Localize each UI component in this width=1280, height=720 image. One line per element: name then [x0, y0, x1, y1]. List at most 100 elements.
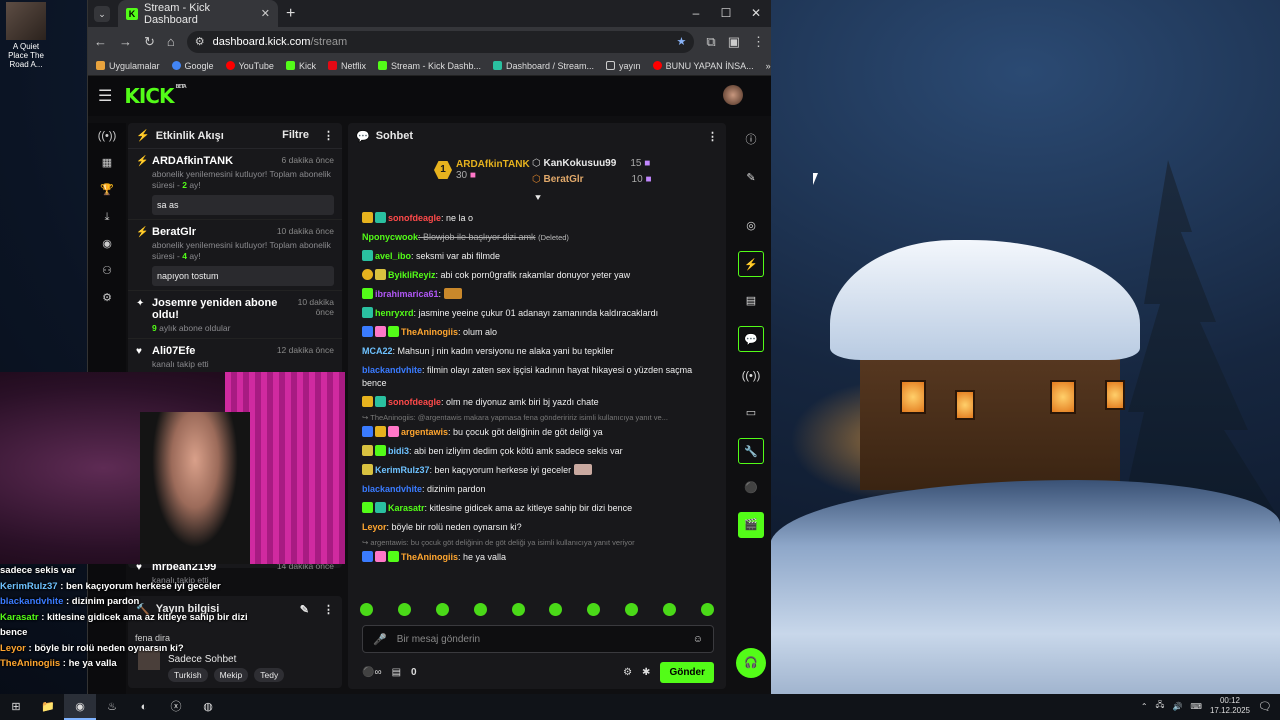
camera-icon[interactable]: ◉: [88, 231, 126, 258]
emote-button[interactable]: [435, 603, 449, 616]
extensions-icon[interactable]: ⧉: [706, 34, 715, 50]
discord-icon[interactable]: ◐: [128, 694, 160, 720]
users-icon[interactable]: ⚇: [88, 258, 126, 285]
leader-name: BeratGlr: [543, 174, 584, 185]
help-headset-icon[interactable]: 🎧: [736, 648, 766, 678]
broadcast-icon[interactable]: ((•)): [738, 363, 764, 389]
file-explorer-icon[interactable]: 📁: [32, 694, 64, 720]
emote-button[interactable]: [511, 603, 525, 616]
bookmark-star-icon[interactable]: ★: [677, 35, 687, 48]
wrench-icon[interactable]: 🔧: [738, 438, 764, 464]
microphone-icon[interactable]: 🎤: [373, 633, 387, 646]
home-icon[interactable]: ⌂: [167, 34, 175, 49]
start-windows-icon[interactable]: ⊞: [0, 694, 32, 720]
bookmark-folder-yayin[interactable]: yayın: [606, 61, 641, 71]
shortcut-label: A Quiet Place The Road A...: [8, 42, 44, 69]
settings-icon[interactable]: ⚙: [88, 285, 126, 312]
chat-input[interactable]: 🎤 Bir mesaj gönderin ☺: [362, 625, 714, 653]
emote-button[interactable]: [700, 603, 714, 616]
tray-chevron-icon[interactable]: ⌃: [1141, 702, 1148, 711]
tab-close-icon[interactable]: ✕: [261, 7, 270, 20]
emote-button[interactable]: [663, 603, 676, 616]
stream-icon[interactable]: ((•)): [88, 123, 126, 150]
emoji-icon[interactable]: ☺: [693, 634, 703, 645]
webcam-overlay: [0, 372, 345, 564]
volume-icon[interactable]: 🔊: [1172, 702, 1182, 711]
camera-target-icon[interactable]: ◎: [738, 213, 764, 239]
forward-icon[interactable]: →: [119, 34, 132, 49]
obs-icon[interactable]: ◍: [192, 694, 224, 720]
chat-message: bidi3: abi ben izliyim dedim çok kötü am…: [348, 442, 718, 461]
trophy-icon[interactable]: 🏆: [88, 177, 126, 204]
overlay-line: blackandvhite : dizinim pardon: [0, 596, 140, 607]
close-window-button[interactable]: ✕: [741, 0, 771, 27]
menu-icon[interactable]: ⋮: [752, 34, 765, 50]
quick-actions-icon[interactable]: ⚡: [738, 251, 764, 277]
share-icon[interactable]: ⚫: [738, 475, 764, 501]
leader-2[interactable]: ⬡ KanKokusuu99 15 ■: [532, 158, 650, 169]
language-icon[interactable]: ⌨: [1190, 702, 1202, 711]
chat-tools-icon[interactable]: ✱: [642, 667, 650, 678]
tab-kick-dashboard[interactable]: K Stream - Kick Dashboard ✕: [118, 0, 278, 27]
kick-logo[interactable]: KICK BETA: [124, 84, 186, 108]
back-icon[interactable]: ←: [94, 34, 107, 49]
leader-3[interactable]: ⬡ BeratGlr 10 ■: [532, 174, 651, 185]
layout-icon[interactable]: ▭: [738, 400, 764, 426]
emote-button[interactable]: [587, 603, 601, 616]
bookmark-apps[interactable]: Uygulamalar: [96, 61, 160, 71]
tab-search-button[interactable]: ⌄: [94, 5, 110, 22]
emote-button[interactable]: [549, 603, 563, 616]
user-avatar[interactable]: [723, 85, 743, 105]
bookmark-kick[interactable]: Kick: [285, 61, 316, 71]
analytics-icon[interactable]: ▦: [88, 150, 126, 177]
chat-title: Sohbet: [375, 130, 413, 142]
send-button[interactable]: Gönder: [660, 661, 714, 683]
leader-1[interactable]: 1 ARDAfkinTANK 30 ■: [434, 159, 530, 181]
bookmark-google[interactable]: Google: [171, 61, 214, 71]
bookmark-dashboard[interactable]: Dashboard / Stream...: [493, 61, 594, 71]
collapse-leaderboard-icon[interactable]: ⯆: [534, 193, 542, 204]
event-user[interactable]: BeratGlr: [152, 226, 196, 238]
clock[interactable]: 00:12 17.12.2025: [1210, 696, 1250, 716]
upload-icon[interactable]: ⤓: [88, 204, 126, 231]
emote-button[interactable]: [473, 603, 487, 616]
bookmark-video[interactable]: BUNU YAPAN İNSA...: [652, 61, 754, 71]
site-info-icon[interactable]: ⚙: [195, 35, 205, 48]
bookmark-youtube[interactable]: YouTube: [225, 61, 274, 71]
chat-more-icon[interactable]: ⋮: [707, 130, 718, 143]
chrome-icon[interactable]: ◉: [64, 694, 96, 720]
edit-icon[interactable]: ✎: [300, 603, 309, 616]
bookmark-netflix[interactable]: Netflix: [327, 61, 366, 71]
event-user[interactable]: ARDAfkinTANK: [152, 155, 233, 167]
profile-icon[interactable]: ▣: [728, 34, 740, 50]
points-icon[interactable]: ⚫∞: [362, 667, 382, 678]
maximize-button[interactable]: ☐: [711, 0, 741, 27]
new-tab-button[interactable]: +: [286, 5, 295, 23]
desktop-shortcut[interactable]: A Quiet Place The Road A...: [2, 2, 50, 69]
pencil-icon[interactable]: ✎: [738, 165, 764, 191]
chat-toggle-icon[interactable]: 💬: [738, 326, 764, 352]
reload-icon[interactable]: ↻: [144, 34, 155, 50]
minimize-button[interactable]: –: [681, 0, 711, 27]
event-user[interactable]: Josemre yeniden abone oldu!: [152, 297, 282, 321]
event-user[interactable]: Ali07Efe: [152, 345, 195, 357]
bookmarks-overflow-icon[interactable]: »: [766, 61, 771, 71]
clapper-icon[interactable]: 🎬: [738, 512, 764, 538]
notes-icon[interactable]: ▤: [738, 288, 764, 314]
store-icon[interactable]: ▤: [392, 667, 401, 678]
emote-button[interactable]: [397, 603, 411, 616]
url-bar[interactable]: ⚙ dashboard.kick.com/stream ★: [186, 30, 695, 53]
filter-button[interactable]: Filtre: [282, 129, 309, 142]
info-icon[interactable]: ⓘ: [738, 127, 764, 153]
activity-more-icon[interactable]: ⋮: [323, 129, 334, 142]
network-icon[interactable]: 🖧: [1156, 699, 1165, 713]
chat-settings-icon[interactable]: ⚙: [623, 667, 632, 678]
notification-icon[interactable]: 🗨: [1258, 700, 1272, 713]
info-more-icon[interactable]: ⋮: [323, 603, 334, 616]
xbox-icon[interactable]: ⓧ: [160, 694, 192, 720]
hamburger-menu-icon[interactable]: ☰: [98, 86, 112, 106]
emote-button[interactable]: [360, 603, 373, 616]
emote-button[interactable]: [625, 603, 639, 616]
steam-icon[interactable]: ♨: [96, 694, 128, 720]
bookmark-stream-kick[interactable]: Stream - Kick Dashb...: [377, 61, 481, 71]
